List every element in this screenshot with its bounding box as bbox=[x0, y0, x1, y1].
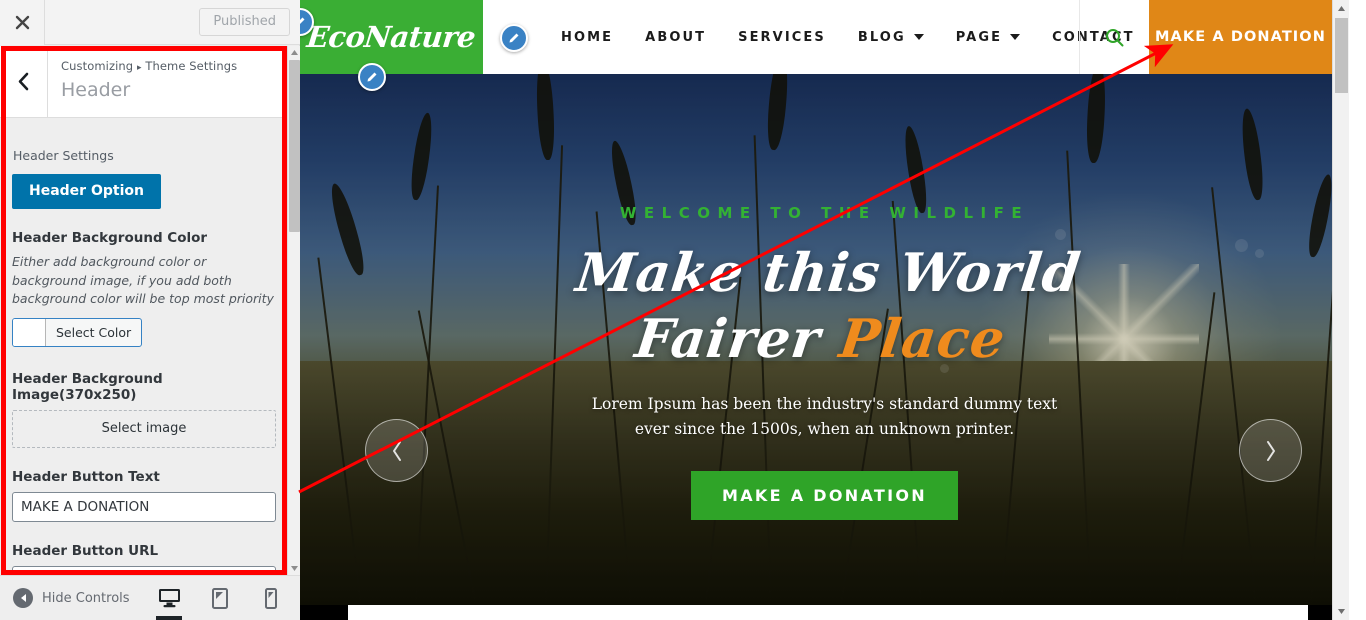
edit-pencil-icon[interactable] bbox=[358, 63, 386, 91]
preview-scrollbar-thumb[interactable] bbox=[1335, 18, 1348, 93]
device-preview-switcher bbox=[152, 576, 300, 620]
desktop-icon[interactable] bbox=[152, 576, 186, 620]
chevron-left-icon[interactable] bbox=[0, 46, 48, 117]
control-label: Header Button Text bbox=[12, 468, 160, 485]
nav-item-services[interactable]: SERVICES bbox=[722, 30, 842, 45]
nav-label: BLOG bbox=[857, 29, 906, 45]
collapse-left-icon bbox=[13, 588, 33, 608]
control-label: Header Background Image(370x250) bbox=[12, 370, 163, 403]
scroll-up-arrow-icon[interactable] bbox=[288, 46, 300, 59]
hero-cta-wrap: MAKE A DONATION bbox=[300, 442, 1349, 520]
tablet-icon[interactable] bbox=[203, 576, 237, 620]
control-header-button-text: Header Button Text bbox=[12, 469, 276, 522]
slider-next-arrow-icon[interactable] bbox=[1239, 419, 1302, 482]
screen: Published Customizing ▸ Theme Settings H… bbox=[0, 0, 1366, 620]
hero-slider: WELCOME TO THE WILDLIFE Make this World … bbox=[300, 74, 1349, 605]
hero-donate-button[interactable]: MAKE A DONATION bbox=[691, 471, 958, 520]
breadcrumb-separator-icon: ▸ bbox=[136, 63, 142, 73]
hero-subtitle-line-2: ever since the 1500s, when an unknown pr… bbox=[634, 420, 1015, 438]
search-icon[interactable] bbox=[1079, 0, 1149, 74]
customizer-sidebar: Published Customizing ▸ Theme Settings H… bbox=[0, 0, 301, 620]
customizer-topbar: Published bbox=[0, 0, 300, 45]
hero-title-line-2-white: Fairer bbox=[631, 308, 844, 370]
header-option-button[interactable]: Header Option bbox=[12, 174, 161, 209]
scroll-down-arrow-icon[interactable] bbox=[1333, 603, 1349, 620]
edit-pencil-icon[interactable] bbox=[500, 24, 528, 52]
nav-label: SERVICES bbox=[738, 29, 826, 45]
nav-label: PAGE bbox=[955, 29, 1003, 45]
hero-title: Make this World Fairer Place bbox=[300, 240, 1349, 372]
page-title: Header bbox=[61, 79, 131, 101]
nav-label: ABOUT bbox=[645, 29, 707, 45]
header-donate-button[interactable]: MAKE A DONATION bbox=[1149, 0, 1332, 74]
header-button-url-input[interactable] bbox=[12, 565, 276, 575]
sidebar-scrollbar[interactable] bbox=[287, 46, 301, 575]
site-logo[interactable]: EcoNature bbox=[300, 0, 483, 74]
control-header-button-url: Header Button URL bbox=[12, 542, 276, 575]
control-description: Either add background color or backgroun… bbox=[12, 254, 274, 306]
site-header: EcoNature HOME ABOUT SERVICES BLOG PAGE … bbox=[300, 0, 1349, 74]
nav-label: HOME bbox=[561, 29, 614, 45]
color-picker-button[interactable]: Select Color bbox=[12, 317, 143, 347]
hero-eyebrow: WELCOME TO THE WILDLIFE bbox=[619, 204, 1030, 222]
control-label: Header Button URL bbox=[12, 542, 159, 559]
site-preview: WELCOME TO THE WILDLIFE Make this World … bbox=[300, 0, 1349, 620]
below-hero-section bbox=[348, 605, 1308, 620]
nav-item-about[interactable]: ABOUT bbox=[629, 30, 722, 45]
hero-content: WELCOME TO THE WILDLIFE Make this World … bbox=[300, 204, 1349, 520]
control-label: Header Background Color bbox=[12, 230, 208, 246]
control-header-background-image: Header Background Image(370x250) Select … bbox=[12, 371, 276, 448]
publish-button[interactable]: Published bbox=[199, 8, 290, 36]
hide-controls-button[interactable]: Hide Controls bbox=[0, 588, 130, 608]
breadcrumb-root: Customizing bbox=[61, 59, 134, 73]
select-image-button[interactable]: Select image bbox=[12, 409, 276, 448]
customizer-panel-header: Customizing ▸ Theme Settings Header bbox=[0, 46, 288, 118]
slider-prev-arrow-icon[interactable] bbox=[365, 419, 428, 482]
chevron-down-icon bbox=[913, 34, 924, 40]
customizer-controls: Header Settings Header Option Header Bac… bbox=[0, 118, 288, 575]
chevron-down-icon bbox=[1010, 34, 1021, 40]
select-color-label: Select Color bbox=[56, 324, 132, 340]
preview-scrollbar[interactable] bbox=[1332, 0, 1349, 620]
scroll-up-arrow-icon[interactable] bbox=[1333, 0, 1349, 17]
breadcrumb-parent: Theme Settings bbox=[145, 59, 238, 73]
color-swatch[interactable] bbox=[13, 318, 46, 346]
close-x-icon[interactable] bbox=[0, 0, 45, 45]
hide-controls-label: Hide Controls bbox=[42, 590, 130, 606]
hero-title-line-1: Make this World bbox=[572, 242, 1085, 304]
main-navigation: HOME ABOUT SERVICES BLOG PAGE CONTACT bbox=[545, 0, 1151, 74]
mobile-icon[interactable] bbox=[254, 576, 288, 620]
nav-item-home[interactable]: HOME bbox=[545, 30, 629, 45]
control-header-background-color: Header Background Color Either add backg… bbox=[12, 230, 276, 350]
header-button-text-input[interactable] bbox=[12, 491, 276, 522]
sidebar-scrollbar-thumb[interactable] bbox=[289, 60, 300, 232]
hero-title-accent: Place bbox=[836, 308, 1010, 370]
hero-subtitle-line-1: Lorem Ipsum has been the industry's stan… bbox=[591, 395, 1058, 413]
site-logo-text: EcoNature bbox=[305, 20, 478, 54]
customizer-footer: Hide Controls bbox=[0, 575, 300, 620]
nav-item-blog[interactable]: BLOG bbox=[842, 30, 940, 45]
breadcrumb: Customizing ▸ Theme Settings bbox=[61, 58, 237, 77]
section-label: Header Settings bbox=[13, 148, 114, 163]
hero-title-line-2: Fairer Place bbox=[300, 306, 1349, 372]
nav-item-page[interactable]: PAGE bbox=[940, 30, 1036, 45]
hero-subtitle: Lorem Ipsum has been the industry's stan… bbox=[300, 392, 1349, 442]
